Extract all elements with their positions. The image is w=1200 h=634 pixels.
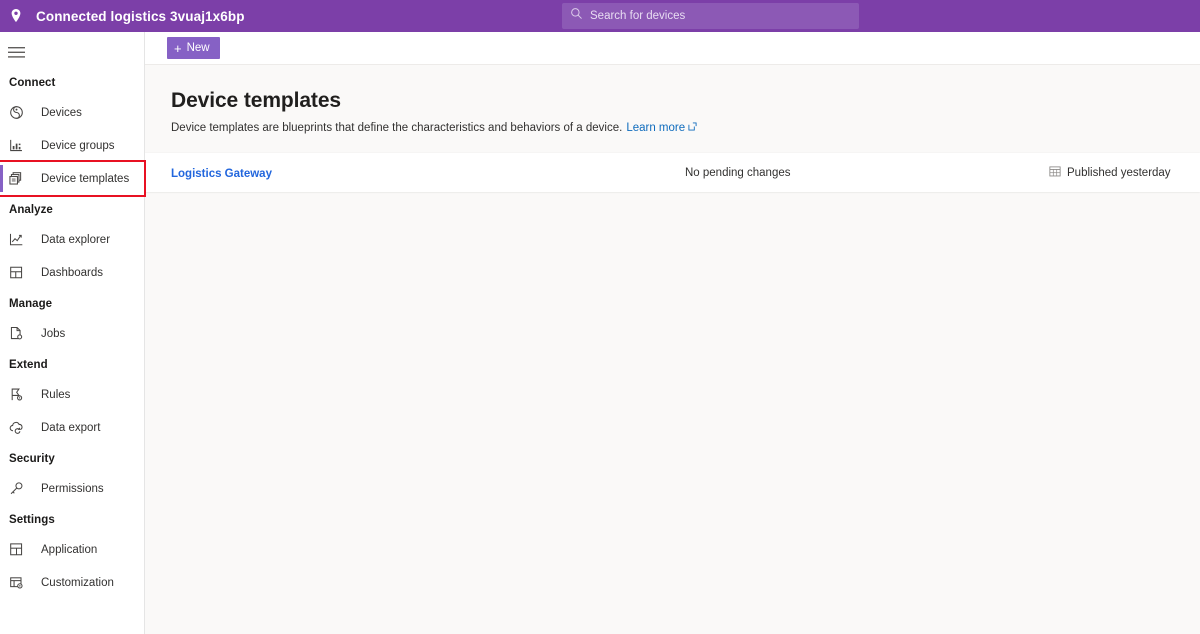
page-header: Device templates Device templates are bl…	[145, 65, 1200, 134]
sidebar-item-label: Dashboards	[41, 267, 103, 279]
learn-more-link[interactable]: Learn more	[626, 122, 697, 134]
template-name-link[interactable]: Logistics Gateway	[171, 168, 272, 180]
customization-icon	[9, 575, 29, 590]
plus-icon: +	[174, 42, 182, 55]
sidebar-item-label: Rules	[41, 389, 70, 401]
external-link-icon	[688, 122, 697, 134]
command-toolbar: + New	[145, 32, 1200, 65]
sidebar-item-label: Device groups	[41, 140, 115, 152]
template-published-label: Published yesterday	[1067, 167, 1171, 179]
data-explorer-icon	[9, 232, 29, 247]
search-input[interactable]: Search for devices	[562, 3, 859, 29]
sidebar-section-extend: Extend	[0, 350, 144, 378]
new-button-label: New	[187, 42, 210, 54]
sidebar-item-device-templates[interactable]: Device templates	[0, 162, 144, 195]
page-description-text: Device templates are blueprints that def…	[171, 122, 622, 134]
new-button[interactable]: + New	[167, 37, 220, 59]
sidebar-item-jobs[interactable]: Jobs	[0, 317, 144, 350]
app-header: Connected logistics 3vuaj1x6bp Search fo…	[0, 0, 1200, 32]
calendar-icon	[1049, 165, 1061, 180]
app-title: Connected logistics 3vuaj1x6bp	[36, 9, 245, 24]
jobs-icon	[9, 326, 29, 341]
sidebar-item-label: Customization	[41, 577, 114, 589]
sidebar-section-settings: Settings	[0, 505, 144, 533]
sidebar-item-dashboards[interactable]: Dashboards	[0, 256, 144, 289]
sidebar-item-device-groups[interactable]: Device groups	[0, 129, 144, 162]
sidebar-item-label: Devices	[41, 107, 82, 119]
learn-more-label: Learn more	[626, 122, 685, 134]
sidebar-item-label: Jobs	[41, 328, 65, 340]
search-icon	[570, 7, 583, 25]
sidebar-item-label: Application	[41, 544, 97, 556]
main-content: + New Device templates Device templates …	[145, 32, 1200, 634]
device-templates-icon	[9, 171, 29, 186]
sidebar-item-data-explorer[interactable]: Data explorer	[0, 223, 144, 256]
sidebar-item-label: Device templates	[41, 173, 129, 185]
search-placeholder: Search for devices	[590, 10, 685, 22]
device-groups-icon	[9, 138, 29, 153]
template-published-cell: Published yesterday	[1035, 165, 1200, 180]
sidebar-navigation: Connect Devices Dev	[0, 32, 145, 634]
data-export-icon	[9, 420, 29, 435]
sidebar-item-devices[interactable]: Devices	[0, 96, 144, 129]
page-title: Device templates	[171, 89, 1200, 113]
device-template-list: Logistics Gateway No pending changes Pub…	[145, 153, 1200, 192]
application-icon	[9, 542, 29, 557]
sidebar-section-connect: Connect	[0, 68, 144, 96]
sidebar-item-data-export[interactable]: Data export	[0, 411, 144, 444]
sidebar-item-rules[interactable]: Rules	[0, 378, 144, 411]
sidebar-item-label: Data export	[41, 422, 100, 434]
rules-icon	[9, 387, 29, 402]
hamburger-menu-icon[interactable]	[0, 36, 144, 68]
template-status-cell: No pending changes	[685, 167, 1035, 179]
sidebar-section-analyze: Analyze	[0, 195, 144, 223]
sidebar-item-customization[interactable]: Customization	[0, 566, 144, 599]
app-shell: Connect Devices Dev	[0, 32, 1200, 634]
permissions-key-icon	[9, 481, 29, 496]
sidebar-item-label: Permissions	[41, 483, 104, 495]
sidebar-item-label: Data explorer	[41, 234, 110, 246]
page-description: Device templates are blueprints that def…	[171, 122, 1200, 134]
sidebar-item-permissions[interactable]: Permissions	[0, 472, 144, 505]
table-row[interactable]: Logistics Gateway No pending changes Pub…	[145, 153, 1200, 192]
devices-icon	[9, 105, 29, 120]
sidebar-item-application[interactable]: Application	[0, 533, 144, 566]
template-name-cell: Logistics Gateway	[145, 164, 685, 182]
sidebar-section-manage: Manage	[0, 289, 144, 317]
location-pin-icon	[0, 8, 32, 24]
dashboards-icon	[9, 265, 29, 280]
sidebar-section-security: Security	[0, 444, 144, 472]
